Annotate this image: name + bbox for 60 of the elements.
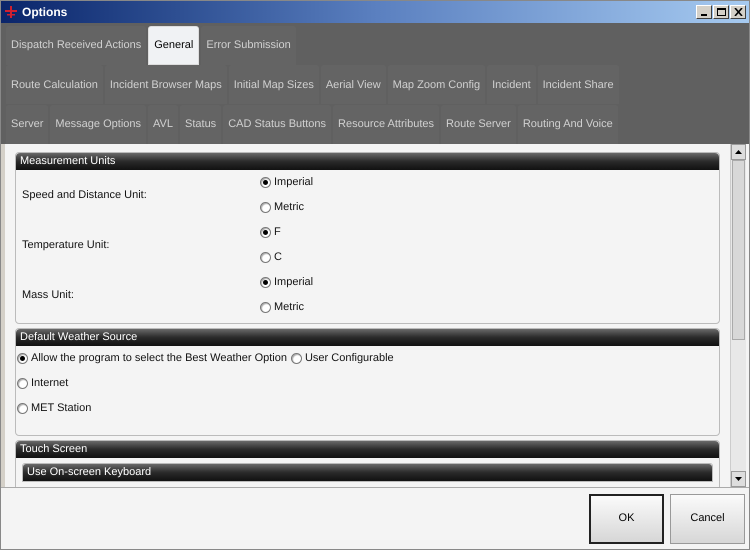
minimize-button[interactable] — [696, 5, 712, 19]
tab[interactable]: Dispatch Received Actions — [6, 26, 146, 65]
radio-option[interactable]: Allow the program to select the Best Weather Option — [17, 349, 287, 367]
field-label: Mass Unit: — [21, 288, 75, 303]
scroll-thumb[interactable] — [732, 160, 745, 340]
field-label: Speed and Distance Unit: — [21, 188, 148, 203]
tab[interactable]: Incident — [487, 65, 536, 104]
radio-option[interactable]: User Configurable — [290, 349, 394, 367]
radio-option[interactable]: Metric — [260, 198, 314, 216]
radio-button[interactable] — [17, 378, 28, 388]
section-header: Use On-screen Keyboard — [23, 464, 712, 481]
radio-option[interactable]: Internet — [17, 374, 436, 392]
tab[interactable]: Incident Browser Maps — [104, 65, 227, 104]
tab[interactable]: Aerial View — [320, 65, 386, 104]
scrollbar[interactable] — [730, 144, 746, 487]
radio-option[interactable]: Imperial — [260, 274, 314, 292]
close-button[interactable] — [730, 5, 746, 19]
radio-option[interactable]: C — [260, 248, 282, 266]
dialog-button[interactable]: OK — [589, 494, 664, 544]
radio-button[interactable] — [290, 352, 302, 364]
tab[interactable]: Routing And Voice — [518, 105, 618, 144]
tab[interactable]: Incident Share — [538, 65, 619, 104]
field-label: Temperature Unit: — [21, 238, 110, 253]
tab[interactable]: Route Calculation — [6, 65, 103, 104]
section-header: Measurement Units — [16, 153, 719, 170]
tab[interactable]: Map Zoom Config — [388, 65, 486, 104]
dialog-button[interactable]: Cancel — [670, 494, 745, 544]
scroll-down-button[interactable] — [731, 471, 746, 487]
tab[interactable]: AVL — [148, 105, 178, 144]
tab[interactable]: CAD Status Buttons — [223, 105, 332, 144]
radio-button[interactable] — [17, 402, 28, 414]
tab[interactable]: Message Options — [50, 105, 146, 144]
down-arrow-icon — [735, 477, 742, 481]
maximize-icon — [716, 8, 726, 16]
radio-option[interactable]: Imperial — [260, 174, 314, 192]
tab[interactable]: Server — [6, 105, 48, 144]
tab[interactable]: Error Submission — [201, 26, 296, 65]
radio-button[interactable] — [17, 352, 28, 364]
radio-option[interactable]: Metric — [260, 298, 314, 316]
radio-button[interactable] — [260, 227, 271, 238]
maximize-button[interactable] — [713, 5, 729, 19]
tab[interactable]: Status — [180, 105, 222, 144]
tab[interactable]: Route Server — [441, 105, 516, 144]
app-logo-icon — [4, 5, 18, 19]
tab[interactable]: General — [148, 26, 200, 65]
section-header: Touch Screen — [16, 441, 719, 458]
tab[interactable]: Resource Attributes — [333, 105, 440, 144]
radio-button[interactable] — [260, 252, 271, 263]
radio-button[interactable] — [260, 277, 271, 288]
radio-button[interactable] — [260, 177, 271, 188]
close-icon — [734, 8, 742, 16]
section-header: Default Weather Source — [16, 329, 719, 346]
radio-button[interactable] — [260, 202, 271, 213]
radio-option[interactable]: MET Station — [17, 399, 436, 417]
radio-button[interactable] — [260, 302, 271, 313]
tab[interactable]: Initial Map Sizes — [228, 65, 319, 104]
window-title: Options — [22, 4, 68, 21]
scroll-up-button[interactable] — [731, 144, 746, 160]
up-arrow-icon — [735, 150, 742, 154]
radio-option[interactable]: F — [260, 224, 282, 242]
